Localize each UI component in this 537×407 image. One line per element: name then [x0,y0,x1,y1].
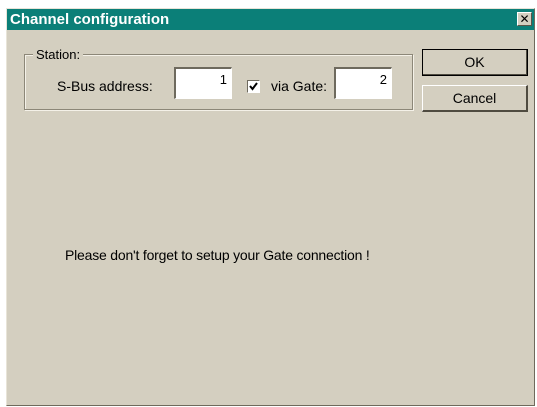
gate-connection-message: Please don't forget to setup your Gate c… [65,247,370,263]
title-bar: Channel configuration ✕ [7,9,534,30]
channel-configuration-dialog: Channel configuration ✕ Station: S-Bus a… [6,8,535,406]
close-icon: ✕ [519,12,530,26]
ok-button[interactable]: OK [422,49,528,76]
gate-number-input[interactable]: 2 [334,67,392,99]
station-group-label: Station: [33,47,84,62]
via-gate-checkbox[interactable] [247,80,260,93]
checkmark-icon [249,82,258,91]
via-gate-label: via Gate: [271,78,328,94]
sbus-address-input[interactable]: 1 [174,67,232,99]
sbus-address-label: S-Bus address: [57,78,153,94]
cancel-button[interactable]: Cancel [422,85,528,112]
dialog-title: Channel configuration [10,11,170,28]
close-button[interactable]: ✕ [517,12,532,26]
